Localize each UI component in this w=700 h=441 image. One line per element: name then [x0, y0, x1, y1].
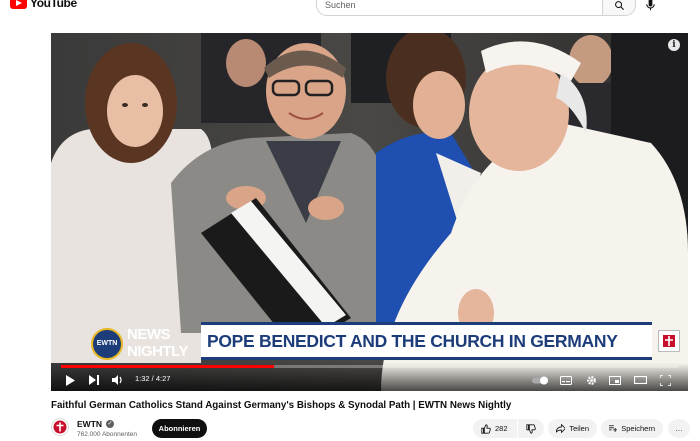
video-title: Faithful German Catholics Stand Against … — [51, 400, 512, 411]
subscribe-button[interactable]: Abonnieren — [152, 419, 207, 438]
save-label: Speichern — [621, 424, 655, 433]
theater-icon — [633, 376, 647, 384]
dislike-button[interactable] — [518, 419, 544, 438]
thumbs-down-icon — [526, 423, 536, 434]
autoplay-toggle[interactable] — [531, 373, 551, 387]
share-label: Teilen — [569, 424, 589, 433]
search-placeholder: Suchen — [325, 0, 356, 10]
progress-bar[interactable] — [61, 365, 678, 368]
subtitles-icon — [560, 375, 572, 385]
top-bar: YouTube DE Suchen — [0, 0, 700, 16]
logo-country: DE — [81, 0, 89, 1]
save-button[interactable]: Speichern — [601, 419, 663, 438]
search-button[interactable] — [602, 0, 636, 16]
logo-text: YouTube — [30, 0, 77, 10]
autoplay-toggle-icon — [532, 376, 548, 384]
volume-icon — [112, 375, 122, 385]
share-icon — [556, 424, 566, 433]
play-icon — [66, 374, 75, 386]
news-lower-third: EWTN NEWS NIGHTLY POPE BENEDICT AND THE … — [51, 318, 688, 368]
voice-search-button[interactable] — [640, 0, 660, 14]
subtitles-button[interactable] — [559, 373, 573, 387]
microphone-icon — [645, 0, 655, 11]
ewtn-logo-icon — [53, 420, 67, 434]
time-display: 1:32 / 4:27 — [135, 374, 171, 383]
search-icon — [614, 0, 624, 10]
channel-name[interactable]: EWTN — [77, 419, 102, 429]
search-input[interactable]: Suchen — [316, 0, 602, 16]
fullscreen-button[interactable] — [658, 373, 672, 387]
like-count: 282 — [495, 424, 508, 433]
channel-avatar[interactable] — [51, 418, 69, 436]
theater-mode-button[interactable] — [633, 373, 647, 387]
miniplayer-button[interactable] — [608, 373, 622, 387]
fullscreen-icon — [659, 374, 671, 386]
thumbs-up-icon — [481, 423, 491, 434]
subscriber-count: 762.000 Abonnenten — [77, 431, 138, 438]
more-actions-button[interactable]: … — [668, 419, 690, 438]
gear-icon — [586, 375, 596, 385]
miniplayer-icon — [609, 375, 621, 385]
progress-fill — [61, 365, 274, 368]
video-player[interactable]: i EWTN NEWS NIGHTLY POPE BENEDICT AND TH… — [51, 33, 688, 391]
add-to-playlist-icon — [609, 425, 618, 432]
more-icon: … — [675, 424, 683, 433]
info-icon[interactable]: i — [668, 39, 680, 51]
like-button[interactable]: 282 — [473, 419, 517, 438]
play-button[interactable] — [63, 373, 77, 387]
brand-news: NEWS — [127, 326, 171, 343]
brand-nightly: NIGHTLY — [127, 343, 188, 360]
youtube-logo[interactable]: YouTube DE — [10, 0, 89, 10]
next-button[interactable] — [87, 373, 101, 387]
next-icon — [89, 375, 99, 385]
headline-bar: POPE BENEDICT AND THE CHURCH IN GERMANY — [201, 322, 652, 360]
headline-text: POPE BENEDICT AND THE CHURCH IN GERMANY — [207, 330, 618, 351]
channel-watermark-icon — [658, 330, 680, 352]
player-controls: 1:32 / 4:27 — [51, 363, 688, 391]
share-button[interactable]: Teilen — [548, 419, 597, 438]
volume-button[interactable] — [111, 373, 125, 387]
settings-button[interactable] — [584, 373, 598, 387]
news-nightly-brand: NEWS NIGHTLY — [119, 324, 201, 362]
verified-icon: ✓ — [106, 420, 114, 428]
youtube-logo-icon — [10, 0, 27, 9]
